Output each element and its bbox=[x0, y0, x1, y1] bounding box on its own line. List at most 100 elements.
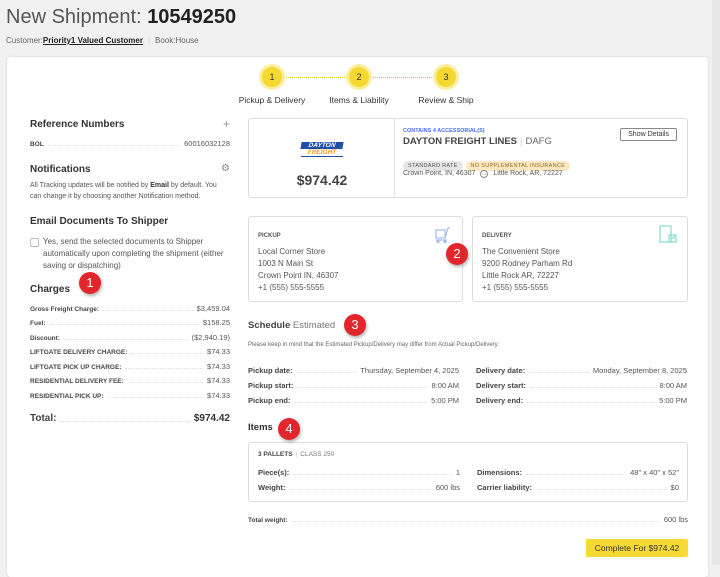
step-2[interactable]: 2 bbox=[349, 67, 369, 87]
customer-link[interactable]: Priority1 Valued Customer bbox=[43, 36, 143, 45]
shipment-number: 10549250 bbox=[147, 6, 237, 28]
kv-row: Fuel: $158.25 bbox=[30, 313, 230, 327]
kv-row: Delivery date: Monday, September 8, 2025 bbox=[476, 360, 687, 375]
row-label: Delivery end: bbox=[476, 396, 524, 405]
step-2-label: Items & Liability bbox=[329, 95, 389, 105]
add-icon[interactable]: + bbox=[223, 118, 230, 130]
dotted-leader bbox=[294, 402, 428, 403]
row-label: RESIDENTIAL DELIVERY FEE: bbox=[30, 378, 124, 385]
address-line: Little Rock AR, 72227 bbox=[482, 271, 559, 280]
callout-badge-2: 2 bbox=[446, 243, 468, 265]
row-value: $74.33 bbox=[207, 390, 230, 400]
dotted-leader bbox=[63, 338, 188, 340]
dotted-leader bbox=[289, 489, 432, 490]
arrow-right-icon: → bbox=[480, 170, 489, 178]
dotted-leader bbox=[527, 402, 656, 403]
page-title: New Shipment: 10549250 bbox=[6, 6, 236, 29]
row-label: Weight: bbox=[258, 483, 286, 492]
reference-title: Reference Numbers bbox=[30, 119, 125, 130]
row-label: LIFTGATE PICK UP CHARGE: bbox=[30, 363, 122, 371]
row-label: Piece(s): bbox=[258, 468, 290, 477]
title-prefix: New Shipment: bbox=[6, 6, 142, 28]
row-value: 1 bbox=[455, 468, 460, 477]
step-connector bbox=[369, 77, 436, 78]
row-label: Delivery start: bbox=[476, 381, 527, 390]
step-1-label: Pickup & Delivery bbox=[238, 95, 306, 105]
kv-row: Discount: ($2,940.19) bbox=[30, 327, 230, 342]
row-value: 48" x 40" x 52" bbox=[630, 468, 679, 477]
row-label: Gross Freight Charge: bbox=[30, 305, 99, 313]
address-line: The Convenient Store bbox=[482, 247, 560, 256]
dotted-leader bbox=[131, 353, 204, 354]
row-value: 600 lbs bbox=[435, 483, 460, 492]
item-card: 3 PALLETS | CLASS 250 Piece(s): 1 Weight: 600… bbox=[248, 442, 688, 502]
row-value: $158.25 bbox=[202, 318, 230, 327]
row-value: $3,459.04 bbox=[196, 303, 230, 313]
dotted-leader bbox=[107, 396, 204, 398]
divider: | bbox=[147, 36, 151, 45]
row-label: Pickup start: bbox=[248, 381, 294, 390]
row-label: Delivery date: bbox=[476, 366, 526, 375]
row-value: 8:00 AM bbox=[431, 381, 459, 390]
scrollbar[interactable] bbox=[712, 0, 720, 565]
accessorials-link[interactable]: CONTAINS 4 ACCESSORIAL(S) bbox=[403, 128, 485, 134]
dotted-leader bbox=[49, 324, 199, 325]
dotted-leader bbox=[297, 387, 428, 388]
kv-row: Pickup start: 8:00 AM bbox=[248, 375, 459, 390]
gear-icon[interactable]: ⚙ bbox=[221, 164, 230, 175]
row-value: 5:00 PM bbox=[431, 396, 459, 405]
row-value: Thursday, September 4, 2025 bbox=[360, 366, 459, 375]
show-details-button[interactable]: Show Details bbox=[620, 128, 677, 141]
kv-row: RESIDENTIAL DELIVERY FEE: $74.33 bbox=[30, 371, 230, 385]
reference-row: BOL 60016032128 bbox=[30, 136, 230, 148]
dotted-leader bbox=[530, 387, 656, 388]
email-docs-checkbox-label: Yes, send the selected documents to Ship… bbox=[43, 237, 224, 270]
address-line: Local Corner Store bbox=[258, 247, 326, 256]
kv-row: Pickup end: 5:00 PM bbox=[248, 390, 459, 405]
email-docs-checkbox[interactable] bbox=[30, 238, 39, 247]
dotted-leader bbox=[296, 372, 357, 373]
row-value: 8:00 AM bbox=[659, 381, 687, 390]
row-label: Discount: bbox=[30, 334, 60, 342]
dotted-leader bbox=[529, 372, 589, 373]
email-docs-option[interactable]: Yes, send the selected documents to Ship… bbox=[30, 236, 230, 272]
route: Crown Point, IN, 46307 → Little Rock, AR, … bbox=[403, 170, 563, 178]
row-value: Monday, September 8, 2025 bbox=[592, 366, 687, 375]
carrier-price: $974.42 bbox=[296, 172, 348, 188]
callout-badge-4: 4 bbox=[278, 418, 300, 440]
kv-row: RESIDENTIAL PICK UP: $74.33 bbox=[30, 385, 230, 400]
row-label: Dimensions: bbox=[477, 468, 523, 477]
delivery-card: DELIVERY The Convenient Store 9200 Rodney… bbox=[472, 216, 688, 302]
book-label: Book: bbox=[155, 36, 176, 45]
carrier-quote-card: DAYTON FREIGHT $974.42 CONTAINS 4 ACCESS… bbox=[248, 118, 688, 198]
total-weight-row: Total weight: 600 lbs bbox=[248, 515, 688, 524]
callout-badge-3: 3 bbox=[344, 314, 366, 336]
step-1[interactable]: 1 bbox=[262, 67, 282, 87]
item-head: 3 PALLETS | CLASS 250 bbox=[258, 451, 335, 458]
dotted-leader bbox=[293, 474, 452, 475]
kv-row: Pickup date: Thursday, September 4, 2025 bbox=[248, 360, 459, 375]
row-value: $74.33 bbox=[207, 376, 230, 385]
charges-title: Charges bbox=[30, 284, 71, 295]
complete-button[interactable]: Complete For $974.42 bbox=[586, 539, 688, 557]
notifications-text: All Tracking updates will be notified by… bbox=[30, 182, 217, 200]
email-docs-title: Email Documents To Shipper bbox=[30, 216, 169, 227]
row-label: Carrier liability: bbox=[477, 483, 533, 492]
items-title: Items bbox=[248, 422, 273, 433]
address-line: +1 (555) 555-5555 bbox=[258, 283, 325, 292]
row-label: Pickup end: bbox=[248, 396, 291, 405]
row-label: LIFTGATE DELIVERY CHARGE: bbox=[30, 349, 128, 356]
step-connector bbox=[282, 77, 349, 78]
schedule-title: Schedule Estimated bbox=[248, 320, 336, 331]
bol-label: BOL bbox=[30, 141, 44, 148]
callout-badge-1: 1 bbox=[79, 272, 101, 294]
dotted-leader bbox=[127, 382, 204, 383]
row-label: RESIDENTIAL PICK UP: bbox=[30, 392, 104, 400]
row-value: $74.33 bbox=[207, 361, 230, 371]
step-3-label: Review & Ship bbox=[418, 95, 474, 105]
carrier-logo: DAYTON FREIGHT bbox=[300, 142, 344, 157]
customer-label: Customer: bbox=[6, 36, 43, 45]
kv-row: Carrier liability: $0 bbox=[477, 477, 679, 492]
step-3[interactable]: 3 bbox=[436, 67, 456, 87]
total-value: $974.42 bbox=[193, 412, 230, 424]
